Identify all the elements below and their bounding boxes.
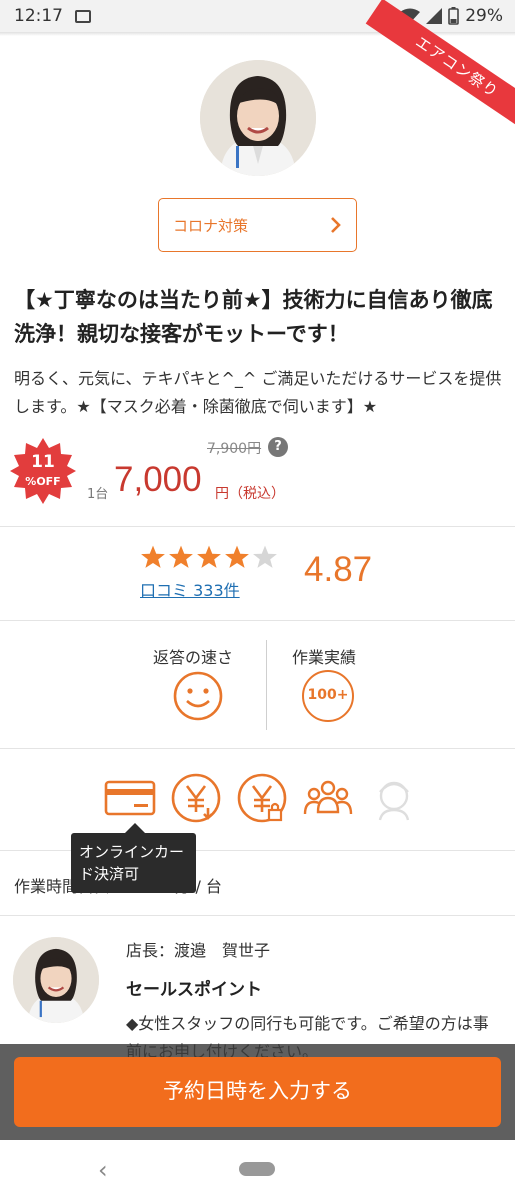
help-icon[interactable]: ? xyxy=(268,437,288,457)
rating-stars xyxy=(140,544,278,570)
work-results-label: 作業実績 xyxy=(292,648,357,667)
service-description: 明るく、元気に、テキパキと^_^ ご満足いただけるサービスを提供します。★【マス… xyxy=(14,369,502,416)
status-time: 12:17 xyxy=(14,6,63,26)
sales-point-heading: セールスポイント xyxy=(126,980,262,1000)
discount-value: 11 xyxy=(31,452,55,472)
smile-face-icon xyxy=(173,671,223,721)
star-filled-icon xyxy=(225,545,249,568)
chevron-right-icon xyxy=(331,217,341,233)
battery-percent: 29% xyxy=(465,6,503,26)
staff-icon[interactable] xyxy=(368,772,420,824)
divider xyxy=(0,620,515,621)
metrics-divider xyxy=(266,640,267,730)
owner-name: 店長：渡邉 賀世子 xyxy=(126,941,271,960)
rating-score: 4.87 xyxy=(304,550,373,589)
star-filled-icon xyxy=(169,545,193,568)
group-icon[interactable] xyxy=(302,772,354,824)
star-filled-icon xyxy=(197,545,221,568)
corona-measures-label: コロナ対策 xyxy=(173,216,249,235)
discount-badge: 11 %OFF xyxy=(10,438,76,504)
divider xyxy=(0,915,515,916)
credit-card-icon[interactable] xyxy=(104,778,156,818)
signal-icon xyxy=(426,8,443,24)
service-title: 【★丁寧なのは当たり前★】技術力に自信あり徹底洗浄！親切な接客がモットーです！ xyxy=(14,288,493,346)
status-bar: 12:17 29% xyxy=(0,0,515,32)
price-suffix: 円（税込） xyxy=(215,486,285,502)
work-results-badge: 100+ xyxy=(302,670,354,722)
staff-avatar-large xyxy=(200,60,316,176)
reply-speed-label: 返答の速さ xyxy=(153,648,234,667)
corona-measures-button[interactable]: コロナ対策 xyxy=(158,198,357,252)
star-filled-icon xyxy=(141,545,165,568)
yen-download-icon[interactable] xyxy=(170,772,222,824)
discount-label: %OFF xyxy=(25,475,61,488)
home-pill-icon[interactable] xyxy=(239,1162,275,1176)
payment-tooltip: オンラインカード決済可 xyxy=(71,823,196,893)
original-price: 7,900円 xyxy=(207,441,262,457)
payment-icons xyxy=(104,770,420,826)
image-notification-icon xyxy=(75,9,91,23)
back-icon[interactable]: ‹ xyxy=(98,1156,108,1184)
divider xyxy=(0,526,515,527)
staff-avatar-small xyxy=(13,937,99,1023)
battery-icon xyxy=(448,7,460,25)
sale-price: 7,000 xyxy=(114,460,202,499)
divider xyxy=(0,748,515,749)
reserve-datetime-button[interactable]: 予約日時を入力する xyxy=(14,1057,501,1127)
review-count-link[interactable]: 口コミ 333件 xyxy=(140,577,240,601)
yen-lock-icon[interactable] xyxy=(236,772,288,824)
system-nav-bar: ‹ xyxy=(0,1140,515,1200)
star-empty-icon xyxy=(253,545,277,568)
price-unit: 1台 xyxy=(87,487,109,502)
